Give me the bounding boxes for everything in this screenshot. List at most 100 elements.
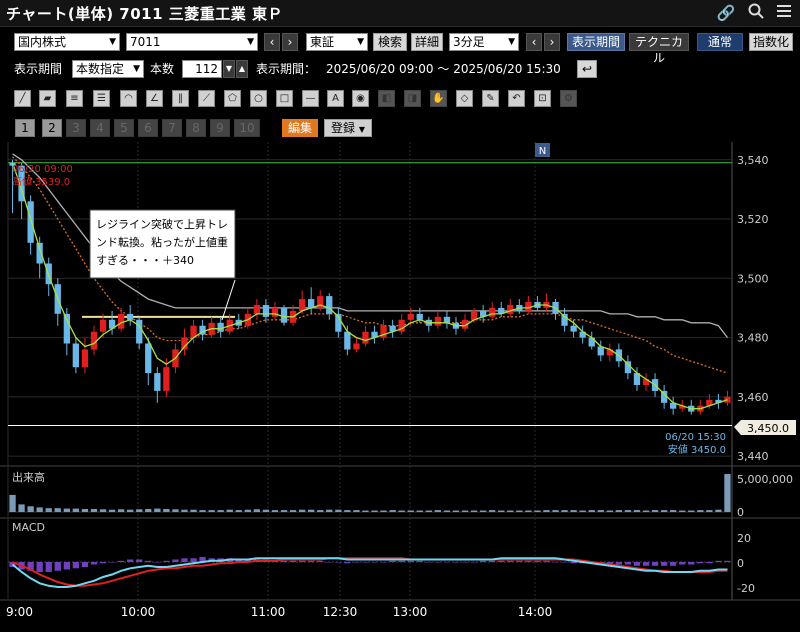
candle-body xyxy=(99,319,107,332)
candle-body xyxy=(244,313,251,326)
volume-bar xyxy=(335,509,342,512)
link-icon[interactable]: 🔗 xyxy=(716,3,736,23)
count-up-button[interactable]: ▲ xyxy=(236,60,248,78)
fan-tool-icon[interactable]: ∠ xyxy=(146,90,163,107)
rect-tool-icon[interactable]: □ xyxy=(276,90,293,107)
candle-body xyxy=(679,405,686,409)
page-button-7[interactable]: 7 xyxy=(162,119,182,137)
candle-body xyxy=(18,165,25,202)
prev-code-button[interactable]: ‹ xyxy=(264,33,280,51)
window-title: チャート(単体) 7011 三菱重工業 東Ｐ xyxy=(6,5,283,23)
index-button[interactable]: 指数化 xyxy=(749,33,793,51)
page-button-9[interactable]: 9 xyxy=(210,119,230,137)
brush-tool-icon[interactable]: ✎ xyxy=(482,90,499,107)
candle-body xyxy=(706,399,713,406)
hlines-tool-icon[interactable]: ≡ xyxy=(66,90,83,107)
macd-hist-bar xyxy=(633,562,641,566)
period-button[interactable]: 表示期間 xyxy=(567,33,625,51)
candle-body xyxy=(335,313,342,332)
price-tick-label: 3,460 xyxy=(737,391,769,404)
ruler-tool-icon[interactable]: ▰ xyxy=(39,90,56,107)
hlines2-tool-icon[interactable]: ☰ xyxy=(93,90,110,107)
hline-tool-icon[interactable]: — xyxy=(302,90,319,107)
normal-button[interactable]: 通常 xyxy=(697,33,743,51)
macd-hist-bar xyxy=(308,560,315,563)
candle-body xyxy=(452,322,460,329)
fan2-tool-icon[interactable]: ⟋ xyxy=(198,90,215,107)
search-button[interactable]: 検索 xyxy=(373,33,407,51)
vlines-tool-icon[interactable]: ‖ xyxy=(172,90,189,107)
page-button-5[interactable]: 5 xyxy=(114,119,134,137)
next-interval-button[interactable]: › xyxy=(544,33,560,51)
chevron-down-icon: ▼ xyxy=(508,37,515,47)
next-code-button[interactable]: › xyxy=(282,33,298,51)
technical-button[interactable]: テクニカル xyxy=(629,33,689,65)
page-button-6[interactable]: 6 xyxy=(138,119,158,137)
volume-bar xyxy=(425,510,432,512)
register-button[interactable]: 登録 ▼ xyxy=(324,119,372,137)
page-button-8[interactable]: 8 xyxy=(186,119,206,137)
macd-hist-bar xyxy=(706,562,713,564)
chevron-down-icon: ▼ xyxy=(358,125,365,134)
macd-hist-bar xyxy=(9,562,16,567)
edit-button[interactable]: 編集 xyxy=(282,119,318,137)
arc-tool-icon[interactable]: ◠ xyxy=(120,90,137,107)
volume-bar xyxy=(81,509,89,512)
hand-tool-icon[interactable]: ✋ xyxy=(430,90,447,107)
macd-hist-bar xyxy=(642,562,650,566)
interval-select[interactable]: 3分足 ▼ xyxy=(449,33,519,51)
paste-tool-icon[interactable]: ◨ xyxy=(404,90,421,107)
page-button-3[interactable]: 3 xyxy=(66,119,86,137)
menu-icon[interactable] xyxy=(774,3,794,23)
volume-bar xyxy=(443,510,451,512)
volume-bar xyxy=(706,510,713,512)
candle-body xyxy=(651,379,659,391)
volume-bar xyxy=(118,509,125,512)
volume-bar xyxy=(498,510,505,512)
volume-bar xyxy=(163,509,170,512)
page-button-2[interactable]: 2 xyxy=(42,119,62,137)
circle-tool-icon[interactable]: ○ xyxy=(250,90,267,107)
text-tool-icon[interactable]: A xyxy=(327,90,344,107)
pentagon-tool-icon[interactable]: ⬠ xyxy=(224,90,241,107)
candle-body xyxy=(163,367,170,391)
volume-bar xyxy=(597,510,604,512)
candle-body xyxy=(434,316,441,326)
search-icon[interactable] xyxy=(746,3,766,23)
copy-tool-icon[interactable]: ◧ xyxy=(378,90,395,107)
annotation-line-2: ンド転換。粘ったが上値重 xyxy=(96,235,228,249)
detail-button[interactable]: 詳細 xyxy=(411,33,443,51)
eraser-tool-icon[interactable]: ◇ xyxy=(456,90,473,107)
count-input[interactable]: 112 xyxy=(182,60,222,78)
candle-body xyxy=(561,313,568,326)
price-chart xyxy=(8,153,732,426)
macd-hist-bar xyxy=(670,562,677,566)
reset-button[interactable]: ↩ xyxy=(577,60,597,78)
prev-interval-button[interactable]: ‹ xyxy=(526,33,542,51)
page-button-1[interactable]: 1 xyxy=(15,119,35,137)
volume-bar xyxy=(724,474,731,512)
period-mode-select[interactable]: 本数指定 ▼ xyxy=(72,60,144,78)
macd-hist-bar xyxy=(172,559,179,562)
page-button-10[interactable]: 10 xyxy=(234,119,260,137)
undo-tool-icon[interactable]: ↶ xyxy=(508,90,525,107)
exchange-select[interactable]: 東証 ▼ xyxy=(306,33,368,51)
volume-bar xyxy=(344,510,351,512)
lock-tool-icon[interactable]: ⊡ xyxy=(534,90,551,107)
code-select[interactable]: 7011 ▼ xyxy=(126,33,258,51)
price-tick-label: 3,540 xyxy=(737,154,769,167)
volume-bar xyxy=(136,509,143,512)
gear-icon[interactable]: ⚙ xyxy=(560,90,577,107)
page-button-4[interactable]: 4 xyxy=(90,119,110,137)
candle-body xyxy=(308,299,315,308)
macd-hist-bar xyxy=(353,562,360,563)
market-select[interactable]: 国内株式 ▼ xyxy=(14,33,120,51)
volume-bar xyxy=(661,510,668,512)
annotation-box[interactable]: レジライン突破で上昇トレ ンド転換。粘ったが上値重 すぎる・・・＋340 xyxy=(89,209,236,321)
candle-body xyxy=(172,349,179,368)
count-down-button[interactable]: ▼ xyxy=(223,60,235,78)
line-tool-icon[interactable]: ╱ xyxy=(14,90,31,107)
icon-tool-icon[interactable]: ◉ xyxy=(352,90,369,107)
candle-body xyxy=(118,313,125,329)
macd-hist-bar xyxy=(407,560,414,563)
